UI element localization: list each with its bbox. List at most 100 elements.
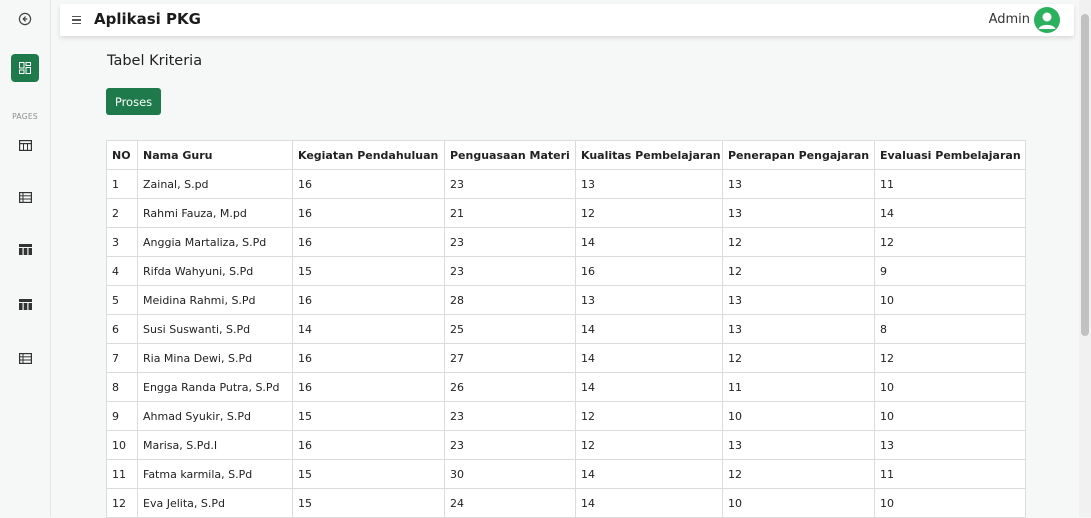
table-cell: 16 xyxy=(292,372,445,402)
sidebar: PAGES xyxy=(0,0,51,517)
table-cell: 11 xyxy=(874,169,1026,199)
table-cell: 10 xyxy=(722,488,875,518)
column-header: Penguasaan Materi xyxy=(444,140,576,170)
sidebar-item-list-table-icon[interactable] xyxy=(12,184,38,210)
dashboard-icon[interactable] xyxy=(11,54,39,82)
table-cell: 13 xyxy=(722,198,875,228)
table-row: 5 Meidina Rahmi, S.Pd 16 28 13 13 10 xyxy=(106,285,1026,315)
sidebar-item-list-table-icon[interactable] xyxy=(12,345,38,371)
sidebar-item-table-layout-icon[interactable] xyxy=(12,291,38,317)
menu-icon[interactable] xyxy=(72,13,84,27)
scrollbar[interactable] xyxy=(1079,0,1091,517)
table-cell: Ahmad Syukir, S.Pd xyxy=(137,401,293,431)
table-cell: 13 xyxy=(722,169,875,199)
table-cell: 10 xyxy=(874,285,1026,315)
top-navbar: Aplikasi PKG Admin xyxy=(60,4,1074,36)
table-cell: 28 xyxy=(444,285,576,315)
table-cell: 30 xyxy=(444,459,576,489)
table-cell: 15 xyxy=(292,401,445,431)
table-cell: 26 xyxy=(444,372,576,402)
table-cell: 14 xyxy=(575,372,723,402)
table-cell: 23 xyxy=(444,169,576,199)
table-cell: 12 xyxy=(575,430,723,460)
table-cell: 9 xyxy=(106,401,138,431)
table-cell: Anggia Martaliza, S.Pd xyxy=(137,227,293,257)
table-cell: 12 xyxy=(106,488,138,518)
table-cell: Rifda Wahyuni, S.Pd xyxy=(137,256,293,286)
sidebar-item-table-layout-icon[interactable] xyxy=(12,236,38,262)
column-header: Evaluasi Pembelajaran xyxy=(874,140,1026,170)
table-cell: Meidina Rahmi, S.Pd xyxy=(137,285,293,315)
table-cell: 10 xyxy=(874,372,1026,402)
table-cell: 8 xyxy=(106,372,138,402)
column-header: Kualitas Pembelajaran xyxy=(575,140,723,170)
table-cell: 15 xyxy=(292,459,445,489)
table-header-row: NO Nama Guru Kegiatan Pendahuluan Penguasaa… xyxy=(106,140,1026,170)
table-cell: 16 xyxy=(575,256,723,286)
table-cell: Marisa, S.Pd.I xyxy=(137,430,293,460)
table-cell: 13 xyxy=(575,169,723,199)
table-row: 7 Ria Mina Dewi, S.Pd 16 27 14 12 12 xyxy=(106,343,1026,373)
table-cell: 12 xyxy=(722,227,875,257)
table-cell: 8 xyxy=(874,314,1026,344)
table-cell: 14 xyxy=(575,343,723,373)
table-cell: 16 xyxy=(292,198,445,228)
table-cell: 3 xyxy=(106,227,138,257)
table-cell: 14 xyxy=(575,314,723,344)
table-row: 2 Rahmi Fauza, M.pd 16 21 12 13 14 xyxy=(106,198,1026,228)
table-cell: 16 xyxy=(292,285,445,315)
table-row: 4 Rifda Wahyuni, S.Pd 15 23 16 12 9 xyxy=(106,256,1026,286)
table-cell: 21 xyxy=(444,198,576,228)
table-cell: 14 xyxy=(874,198,1026,228)
table-cell: 14 xyxy=(575,488,723,518)
table-cell: 16 xyxy=(292,169,445,199)
table-cell: 13 xyxy=(874,430,1026,460)
table-cell: 12 xyxy=(722,459,875,489)
table-cell: Zainal, S.pd xyxy=(137,169,293,199)
table-cell: 12 xyxy=(874,227,1026,257)
table-cell: 11 xyxy=(106,459,138,489)
sidebar-section-label: PAGES xyxy=(12,112,38,121)
table-cell: 16 xyxy=(292,227,445,257)
column-header: Kegiatan Pendahuluan xyxy=(292,140,445,170)
table-cell: 13 xyxy=(722,285,875,315)
proses-button[interactable]: Proses xyxy=(106,88,161,115)
table-row: 11 Fatma karmila, S.Pd 15 30 14 12 11 xyxy=(106,459,1026,489)
table-cell: 12 xyxy=(722,256,875,286)
table-cell: 1 xyxy=(106,169,138,199)
table-cell: 11 xyxy=(874,459,1026,489)
scrollbar-thumb[interactable] xyxy=(1081,14,1089,336)
table-row: 10 Marisa, S.Pd.I 16 23 12 13 13 xyxy=(106,430,1026,460)
table-row: 1 Zainal, S.pd 16 23 13 13 11 xyxy=(106,169,1026,199)
table-cell: Susi Suswanti, S.Pd xyxy=(137,314,293,344)
criteria-table: NO Nama Guru Kegiatan Pendahuluan Penguasaa… xyxy=(106,140,1026,518)
table-cell: 5 xyxy=(106,285,138,315)
table-cell: 14 xyxy=(575,227,723,257)
table-cell: Fatma karmila, S.Pd xyxy=(137,459,293,489)
table-cell: 10 xyxy=(722,401,875,431)
table-cell: Ria Mina Dewi, S.Pd xyxy=(137,343,293,373)
page-title: Tabel Kriteria xyxy=(107,53,203,69)
table-cell: 14 xyxy=(292,314,445,344)
table-cell: 23 xyxy=(444,430,576,460)
table-row: 12 Eva Jelita, S.Pd 15 24 14 10 10 xyxy=(106,488,1026,518)
table-cell: 16 xyxy=(292,430,445,460)
table-cell: 14 xyxy=(575,459,723,489)
table-cell: 11 xyxy=(722,372,875,402)
table-cell: Rahmi Fauza, M.pd xyxy=(137,198,293,228)
column-header: Penerapan Pengajaran xyxy=(722,140,875,170)
table-cell: 4 xyxy=(106,256,138,286)
user-name[interactable]: Admin xyxy=(989,12,1030,27)
table-cell: 12 xyxy=(575,198,723,228)
user-avatar-icon[interactable] xyxy=(1034,7,1060,33)
table-cell: 15 xyxy=(292,256,445,286)
table-cell: 13 xyxy=(722,314,875,344)
back-icon[interactable] xyxy=(12,6,38,32)
table-cell: 27 xyxy=(444,343,576,373)
table-cell: 2 xyxy=(106,198,138,228)
table-row: 8 Engga Randa Putra, S.Pd 16 26 14 11 10 xyxy=(106,372,1026,402)
table-cell: 15 xyxy=(292,488,445,518)
table-cell: 13 xyxy=(722,430,875,460)
table-cell: Engga Randa Putra, S.Pd xyxy=(137,372,293,402)
sidebar-item-table-icon[interactable] xyxy=(12,132,38,158)
